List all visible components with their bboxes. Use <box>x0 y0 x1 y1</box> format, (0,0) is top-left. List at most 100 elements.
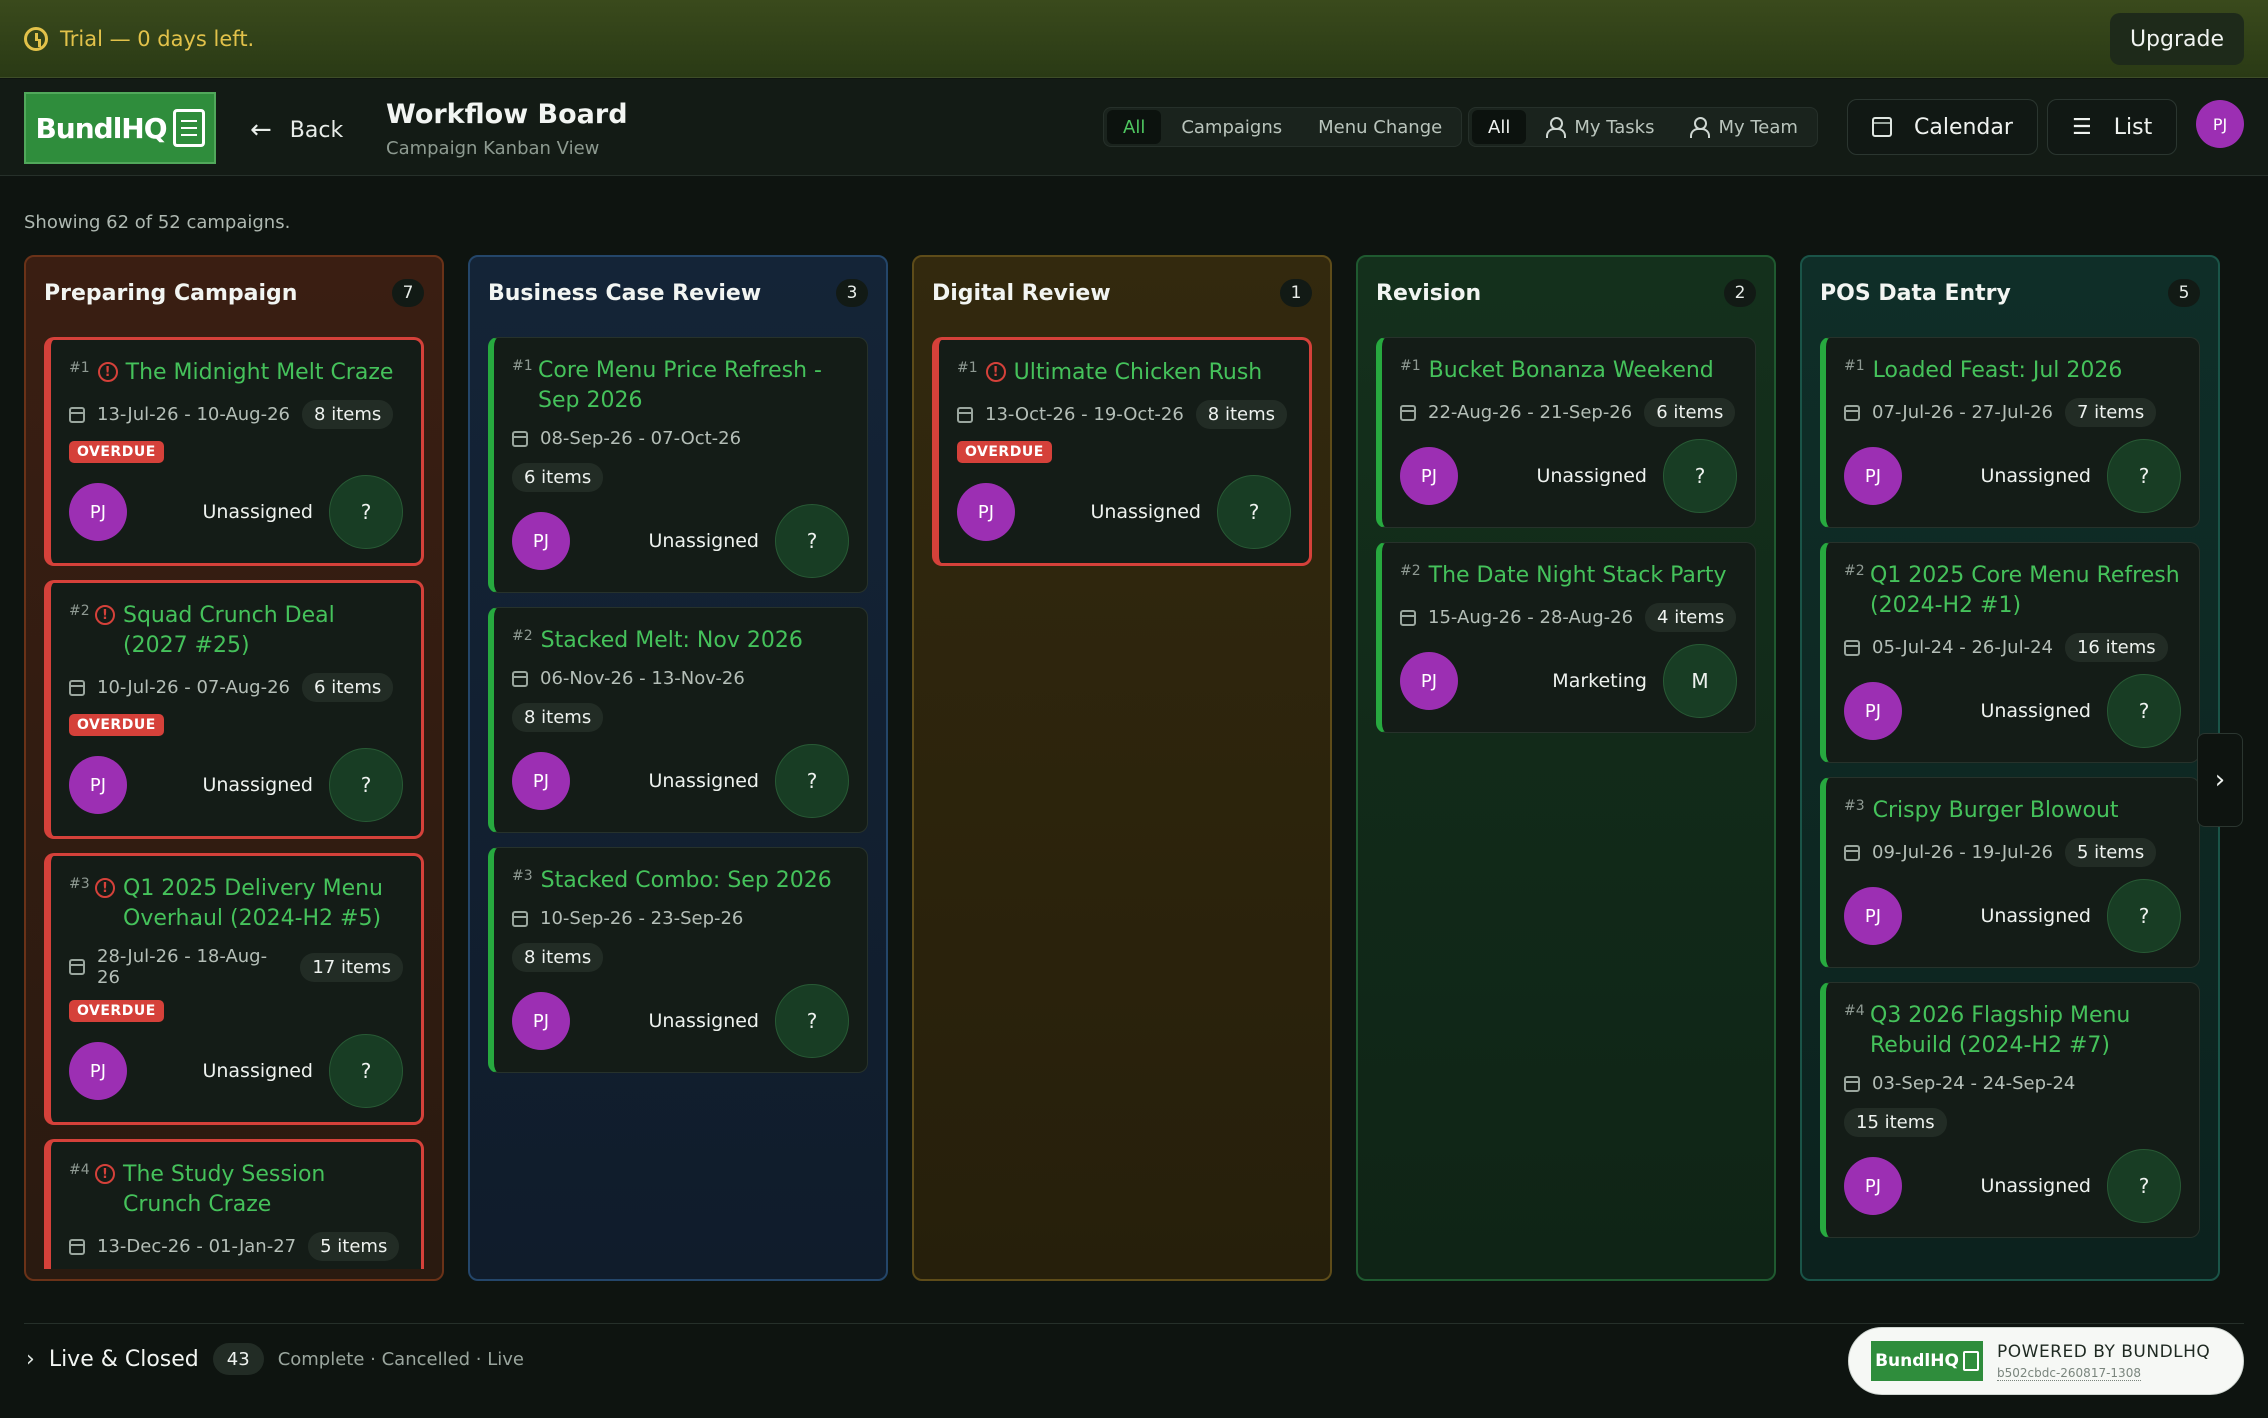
overdue-badge: OVERDUE <box>69 441 164 463</box>
column-revision: Revision 2 #1 Bucket Bonanza Weekend 22-Aug… <box>1356 255 1776 1281</box>
card-title[interactable]: Crispy Burger Blowout <box>1873 796 2119 826</box>
owner-avatar[interactable]: PJ <box>1844 1157 1902 1215</box>
campaign-card[interactable]: #1! The Midnight Melt Craze 13-Jul-26 - 10… <box>44 337 424 566</box>
calendar-icon <box>69 679 85 696</box>
campaign-card[interactable]: #2 Q1 2025 Core Menu Refresh (2024-H2 #1)… <box>1820 542 2200 763</box>
card-title[interactable]: Q3 2026 Flagship Menu Rebuild (2024-H2 #… <box>1870 1001 2181 1061</box>
scroll-right-button[interactable]: › <box>2197 733 2243 827</box>
owner-avatar[interactable]: PJ <box>69 483 127 541</box>
type-filter-all[interactable]: All <box>1107 110 1162 144</box>
items-count: 8 items <box>512 703 604 732</box>
owner-avatar[interactable]: PJ <box>1400 447 1458 505</box>
owner-avatar[interactable]: PJ <box>957 483 1015 541</box>
assignee-avatar[interactable]: ? <box>1663 439 1737 513</box>
owner-avatar[interactable]: PJ <box>1844 682 1902 740</box>
campaign-card[interactable]: #1 Loaded Feast: Jul 2026 07-Jul-26 - 27-J… <box>1820 337 2200 528</box>
items-count: 8 items <box>302 400 394 429</box>
campaign-card[interactable]: #1 Core Menu Price Refresh - Sep 2026 08-S… <box>488 337 868 593</box>
scope-filter-all[interactable]: All <box>1472 110 1527 144</box>
live-closed-sub: Complete · Cancelled · Live <box>277 1348 525 1370</box>
calendar-icon <box>1400 404 1416 421</box>
type-filter-menu-change[interactable]: Menu Change <box>1302 110 1458 144</box>
arrow-left-icon: ← <box>250 115 272 145</box>
campaign-card[interactable]: #3 Crispy Burger Blowout 09-Jul-26 - 19-Ju… <box>1820 777 2200 968</box>
campaign-card[interactable]: #4 Q3 2026 Flagship Menu Rebuild (2024-H2… <box>1820 982 2200 1238</box>
items-count: 5 items <box>308 1232 400 1261</box>
assignee-label: Unassigned <box>202 501 313 523</box>
campaign-card[interactable]: #3 Stacked Combo: Sep 2026 10-Sep-26 - 23-… <box>488 847 868 1073</box>
calendar-icon <box>1872 117 1892 137</box>
owner-avatar[interactable]: PJ <box>512 752 570 810</box>
user-icon <box>1546 117 1567 138</box>
assignee-avatar[interactable]: M <box>1663 644 1737 718</box>
assignee-avatar[interactable]: ? <box>329 1034 403 1108</box>
card-title[interactable]: The Study Session Crunch Craze <box>123 1160 403 1220</box>
card-title[interactable]: Ultimate Chicken Rush <box>1014 358 1263 388</box>
assignee-avatar[interactable]: ? <box>775 984 849 1058</box>
assignee-avatar[interactable]: ? <box>775 504 849 578</box>
scope-filter-my-team[interactable]: My Team <box>1674 110 1813 144</box>
campaign-card[interactable]: #2 The Date Night Stack Party 15-Aug-26 - … <box>1376 542 1756 733</box>
type-filter-campaigns[interactable]: Campaigns <box>1165 110 1298 144</box>
column-count: 1 <box>1280 279 1312 307</box>
card-number: #2 <box>1844 563 1865 579</box>
card-title[interactable]: Squad Crunch Deal (2027 #25) <box>123 601 403 661</box>
campaign-card[interactable]: #3! Q1 2025 Delivery Menu Overhaul (2024-… <box>44 853 424 1125</box>
list-button[interactable]: ☰ List <box>2047 99 2178 155</box>
column-title: Preparing Campaign <box>44 280 298 306</box>
campaign-card[interactable]: #4! The Study Session Crunch Craze 13-Dec-… <box>44 1139 424 1269</box>
my-team-label: My Team <box>1718 116 1798 138</box>
card-number: #3 <box>512 868 533 884</box>
assignee-avatar[interactable]: ? <box>2107 879 2181 953</box>
upgrade-button[interactable]: Upgrade <box>2109 13 2244 65</box>
card-title[interactable]: Stacked Melt: Nov 2026 <box>541 626 803 656</box>
owner-avatar[interactable]: PJ <box>512 512 570 570</box>
campaign-card[interactable]: #2 Stacked Melt: Nov 2026 06-Nov-26 - 13-N… <box>488 607 868 833</box>
campaign-card[interactable]: #2! Squad Crunch Deal (2027 #25) 10-Jul-26… <box>44 580 424 839</box>
powered-by-badge[interactable]: BundlHQ POWERED BY BUNDLHQ b502cbdc-2608… <box>1848 1327 2244 1395</box>
assignee-label: Unassigned <box>202 774 313 796</box>
chevron-right-icon: › <box>2214 765 2226 795</box>
card-list: #1 Bucket Bonanza Weekend 22-Aug-26 - 21-S… <box>1376 337 1756 1269</box>
assignee-avatar[interactable]: ? <box>329 748 403 822</box>
card-title[interactable]: The Midnight Melt Craze <box>126 358 394 388</box>
card-title[interactable]: Q1 2025 Delivery Menu Overhaul (2024-H2 … <box>123 874 403 934</box>
campaign-card[interactable]: #1! Ultimate Chicken Rush 13-Oct-26 - 19-O… <box>932 337 1312 566</box>
calendar-icon <box>512 670 528 687</box>
card-dates: 07-Jul-26 - 27-Jul-26 <box>1872 402 2053 423</box>
card-title[interactable]: Q1 2025 Core Menu Refresh (2024-H2 #1) <box>1870 561 2181 621</box>
assignee-avatar[interactable]: ? <box>2107 1149 2181 1223</box>
owner-avatar[interactable]: PJ <box>1844 887 1902 945</box>
items-count: 5 items <box>2064 838 2157 867</box>
powered-text: POWERED BY BUNDLHQ <box>1997 1341 2211 1362</box>
assignee-avatar[interactable]: ? <box>1217 475 1291 549</box>
owner-avatar[interactable]: PJ <box>1400 652 1458 710</box>
card-dates: 15-Aug-26 - 28-Aug-26 <box>1428 607 1634 628</box>
assignee-avatar[interactable]: ? <box>2107 439 2181 513</box>
scope-filter-my-tasks[interactable]: My Tasks <box>1530 110 1670 144</box>
card-dates: 09-Jul-26 - 19-Jul-26 <box>1872 842 2053 863</box>
assignee-avatar[interactable]: ? <box>775 744 849 818</box>
column-count: 2 <box>1724 279 1756 307</box>
campaign-card[interactable]: #1 Bucket Bonanza Weekend 22-Aug-26 - 21-S… <box>1376 337 1756 528</box>
calendar-button[interactable]: Calendar <box>1847 99 2038 155</box>
items-count: 7 items <box>2064 398 2157 427</box>
card-title[interactable]: Bucket Bonanza Weekend <box>1429 356 1714 386</box>
owner-avatar[interactable]: PJ <box>69 756 127 814</box>
assignee-avatar[interactable]: ? <box>2107 674 2181 748</box>
card-title[interactable]: Core Menu Price Refresh - Sep 2026 <box>538 356 849 416</box>
back-button[interactable]: ← Back <box>250 115 343 145</box>
calendar-icon <box>512 910 528 927</box>
owner-avatar[interactable]: PJ <box>1844 447 1902 505</box>
card-title[interactable]: Loaded Feast: Jul 2026 <box>1873 356 2123 386</box>
live-closed-toggle[interactable]: › Live & Closed 43 Complete · Cancelled … <box>26 1343 524 1375</box>
card-title[interactable]: The Date Night Stack Party <box>1429 561 1727 591</box>
assignee-avatar[interactable]: ? <box>329 475 403 549</box>
owner-avatar[interactable]: PJ <box>69 1042 127 1100</box>
user-avatar[interactable]: PJ <box>2196 100 2244 148</box>
trial-banner: Trial — 0 days left. Upgrade <box>0 0 2268 78</box>
bundlhq-logo[interactable]: BundlHQ <box>24 92 216 164</box>
owner-avatar[interactable]: PJ <box>512 992 570 1050</box>
card-title[interactable]: Stacked Combo: Sep 2026 <box>541 866 832 896</box>
assignee-label: Unassigned <box>1536 465 1647 487</box>
